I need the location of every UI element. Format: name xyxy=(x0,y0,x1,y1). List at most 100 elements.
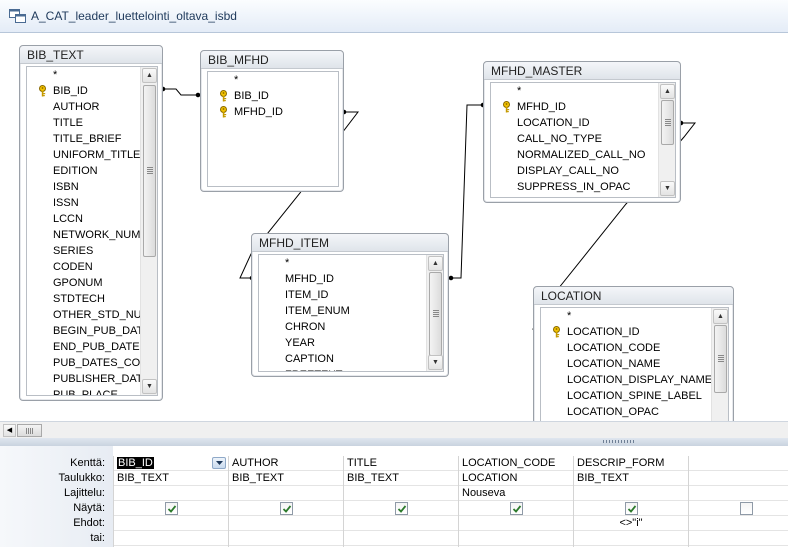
scroll-thumb[interactable] xyxy=(429,272,442,356)
pane-splitter[interactable] xyxy=(0,438,788,446)
field-row[interactable]: SUPPRESS_IN_OPAC xyxy=(491,179,658,195)
table-title-bib-mfhd[interactable]: BIB_MFHD xyxy=(201,51,343,69)
field-row[interactable]: BIB_ID xyxy=(27,83,140,99)
table-design-area[interactable]: BIB_TEXT * BIB_ID AUTHOR TITLE TITLE_BRIEF UN… xyxy=(0,33,788,421)
grid-cell-table[interactable]: BIB_TEXT xyxy=(114,471,228,486)
table-location[interactable]: LOCATION * LOCATION_ID LOCATION_CODE LOCATI… xyxy=(533,286,734,421)
field-row[interactable]: PUB_PLACE xyxy=(27,387,140,395)
show-checkbox-cell[interactable] xyxy=(114,501,228,516)
table-bib-mfhd[interactable]: BIB_MFHD * BIB_ID MFHD_ID xyxy=(200,50,344,192)
grid-column[interactable]: BIB_ID BIB_TEXT xyxy=(113,456,228,547)
grid-cell-table[interactable]: BIB_TEXT xyxy=(229,471,343,486)
scrollbar-mfhd-item[interactable]: ▲ ▼ xyxy=(426,255,443,371)
field-row[interactable]: YEAR xyxy=(259,335,426,351)
field-row[interactable]: TITLE_BRIEF xyxy=(27,131,140,147)
grid-cell-criteria[interactable] xyxy=(114,516,228,531)
grid-column[interactable]: DESCRIP_FORM BIB_TEXT <>"i" xyxy=(573,456,688,547)
field-row[interactable]: DISPLAY_CALL_NO xyxy=(491,163,658,179)
scrollbar-mfhd-master[interactable]: ▲ ▼ xyxy=(658,83,675,197)
field-row[interactable]: PUB_DATES_COMBINED xyxy=(27,355,157,371)
field-list-bib-text[interactable]: * BIB_ID AUTHOR TITLE TITLE_BRIEF UNIFORM_TIT… xyxy=(26,66,158,396)
field-list-bib-mfhd[interactable]: * BIB_ID MFHD_ID xyxy=(207,71,339,187)
field-row[interactable]: FREETEXT xyxy=(259,367,426,371)
field-row[interactable]: LCCN xyxy=(27,211,140,227)
show-checkbox[interactable] xyxy=(740,502,753,515)
grid-cell-table[interactable]: BIB_TEXT xyxy=(574,471,688,486)
field-row[interactable]: SOURCE_MODULE xyxy=(491,195,658,197)
field-list-mfhd-item[interactable]: * MFHD_ID ITEM_ID ITEM_ENUM CHRON YEAR CAPTION… xyxy=(258,254,444,372)
field-row[interactable]: EDITION xyxy=(27,163,140,179)
scroll-down-button[interactable]: ▼ xyxy=(142,379,157,394)
table-title-location[interactable]: LOCATION xyxy=(534,287,733,305)
field-row[interactable]: NORMALIZED_CALL_NO xyxy=(491,147,658,163)
field-row[interactable]: LOCATION_ID xyxy=(491,115,658,131)
field-row[interactable]: * xyxy=(541,308,711,324)
grid-cell-field[interactable]: TITLE xyxy=(344,456,458,471)
grid-cell-field[interactable]: LOCATION_CODE xyxy=(459,456,573,471)
grid-cell-or[interactable] xyxy=(344,531,458,546)
field-row[interactable]: * xyxy=(259,255,426,271)
field-row[interactable]: * xyxy=(208,72,338,88)
field-list-mfhd-master[interactable]: * MFHD_ID LOCATION_ID CALL_NO_TYPE NORMALIZE… xyxy=(490,82,676,198)
field-row[interactable]: ISSN xyxy=(27,195,140,211)
grid-cell-criteria[interactable] xyxy=(689,516,788,531)
show-checkbox-cell[interactable] xyxy=(229,501,343,516)
field-row[interactable]: LOCATION_ID xyxy=(541,324,711,340)
field-row[interactable]: MFHD_ID xyxy=(259,271,426,287)
field-row[interactable]: PUBLISHER_DATE xyxy=(27,371,150,387)
grid-column[interactable] xyxy=(688,456,788,547)
show-checkbox-cell[interactable] xyxy=(344,501,458,516)
field-row[interactable]: ISBN xyxy=(27,179,140,195)
grid-column[interactable]: AUTHOR BIB_TEXT xyxy=(228,456,343,547)
field-row[interactable]: LOCATION_CODE xyxy=(541,340,711,356)
grid-cell-sort[interactable]: Nouseva xyxy=(459,486,573,501)
scroll-down-button[interactable]: ▼ xyxy=(660,181,675,196)
show-checkbox[interactable] xyxy=(625,502,638,515)
grid-cell-table[interactable]: BIB_TEXT xyxy=(344,471,458,486)
grid-cell-or[interactable] xyxy=(229,531,343,546)
scrollbar-location[interactable]: ▲ xyxy=(711,308,728,421)
field-row[interactable]: CAPTION xyxy=(259,351,426,367)
grid-cell-field[interactable] xyxy=(689,456,788,471)
field-row[interactable]: * xyxy=(491,83,658,99)
design-area-horizontal-scrollbar[interactable]: ◀ xyxy=(0,421,788,438)
scroll-down-button[interactable]: ▼ xyxy=(428,355,443,370)
field-row[interactable]: STDTECH xyxy=(27,291,140,307)
field-row[interactable]: CALL_NO_TYPE xyxy=(491,131,658,147)
field-row[interactable]: * xyxy=(27,67,140,83)
grid-cell-criteria[interactable]: <>"i" xyxy=(574,516,688,531)
show-checkbox[interactable] xyxy=(395,502,408,515)
grid-cell-sort[interactable] xyxy=(114,486,228,501)
scroll-left-button[interactable]: ◀ xyxy=(3,424,16,437)
field-row[interactable]: CODEN xyxy=(27,259,140,275)
grid-cell-sort[interactable] xyxy=(689,486,788,501)
show-checkbox-cell[interactable] xyxy=(459,501,573,516)
field-row[interactable]: LOCATION_NAME xyxy=(541,356,711,372)
grid-cell-field[interactable]: DESCRIP_FORM xyxy=(574,456,688,471)
query-design-grid[interactable]: Kenttä: Taulukko: Lajittelu: Näytä: Ehdo… xyxy=(0,446,788,547)
grid-cell-or[interactable] xyxy=(114,531,228,546)
show-checkbox[interactable] xyxy=(510,502,523,515)
field-row[interactable]: GPONUM xyxy=(27,275,140,291)
horizontal-scroll-thumb[interactable] xyxy=(17,424,42,437)
field-row[interactable]: MFHD_ID xyxy=(208,104,338,120)
grid-cell-criteria[interactable] xyxy=(459,516,573,531)
grid-column[interactable]: TITLE BIB_TEXT xyxy=(343,456,458,547)
grid-cell-sort[interactable] xyxy=(344,486,458,501)
table-title-mfhd-master[interactable]: MFHD_MASTER xyxy=(484,62,680,80)
grid-cell-field[interactable]: AUTHOR xyxy=(229,456,343,471)
show-checkbox-cell[interactable] xyxy=(689,501,788,516)
show-checkbox[interactable] xyxy=(165,502,178,515)
grid-cell-or[interactable] xyxy=(459,531,573,546)
scroll-up-button[interactable]: ▲ xyxy=(660,84,675,99)
grid-cell-table[interactable] xyxy=(689,471,788,486)
grid-cell-sort[interactable] xyxy=(229,486,343,501)
field-row[interactable]: LOCATION_SPINE_LABEL xyxy=(541,388,711,404)
grid-column[interactable]: LOCATION_CODE LOCATION Nouseva xyxy=(458,456,573,547)
grid-cell-sort[interactable] xyxy=(574,486,688,501)
field-list-location[interactable]: * LOCATION_ID LOCATION_CODE LOCATION_NAME LO… xyxy=(540,307,729,421)
table-title-mfhd-item[interactable]: MFHD_ITEM xyxy=(252,234,448,252)
grid-cell-criteria[interactable] xyxy=(344,516,458,531)
grid-cell-criteria[interactable] xyxy=(229,516,343,531)
field-row[interactable]: SERIES xyxy=(27,243,140,259)
